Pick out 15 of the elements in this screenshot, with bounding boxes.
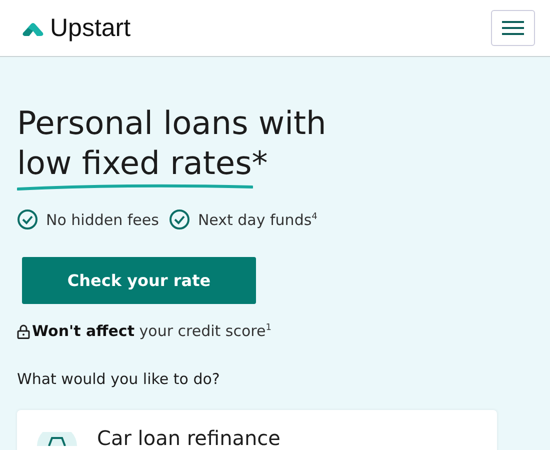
feature-text: Next day funds$^{4}$ — [198, 210, 318, 228]
menu-button[interactable] — [491, 10, 535, 46]
check-rate-button[interactable]: Check your rate — [22, 257, 256, 304]
menu-icon — [502, 21, 524, 35]
headline: Personal loans with — [17, 104, 326, 142]
brand-name: Upstart — [50, 14, 131, 42]
option-card[interactable]: Car loan refinance — [17, 410, 497, 450]
check-circle-icon — [168, 209, 190, 230]
check-circle-icon — [17, 209, 38, 230]
lock-icon — [17, 324, 30, 338]
credit-note: Won't affect your credit score$^{1}$ — [32, 322, 272, 340]
headline: low fixed rates* — [17, 143, 268, 183]
section-prompt: What would you like to do? — [17, 370, 221, 388]
feature-text: No hidden fees — [46, 210, 159, 228]
option-title: Car loan refinance — [97, 430, 280, 446]
